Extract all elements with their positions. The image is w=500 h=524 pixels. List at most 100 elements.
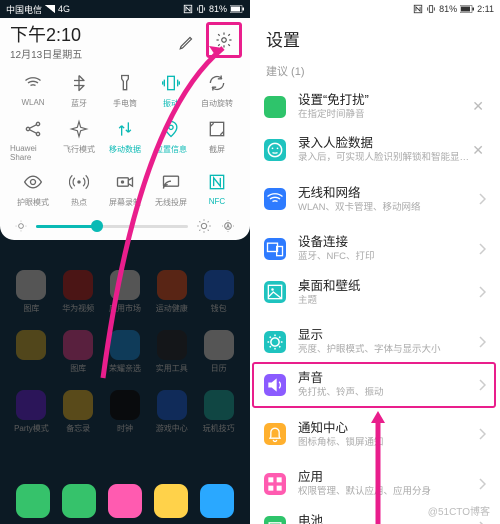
qs-label: 蓝牙 [71, 98, 87, 109]
qs-data[interactable]: 移动数据 [102, 117, 148, 162]
qs-rotate[interactable]: 自动旋转 [194, 71, 240, 109]
settings-tile-apps[interactable]: 应用权限管理、默认应用、应用分身 [250, 462, 500, 505]
app-item[interactable]: Party模式 [8, 390, 55, 434]
record-icon [113, 170, 137, 194]
auto-brightness-icon[interactable] [220, 218, 236, 234]
tile-subtitle: 权限管理、默认应用、应用分身 [298, 486, 478, 497]
vibrate-status-icon [426, 4, 436, 14]
dock-app[interactable] [154, 484, 188, 518]
app-item[interactable]: 荣耀亲选 [102, 330, 149, 374]
nfc-icon [205, 170, 229, 194]
qs-eye[interactable]: 护眼模式 [10, 170, 56, 208]
qs-record[interactable]: 屏幕录制 [102, 170, 148, 208]
app-icon [16, 484, 50, 518]
gear-icon [215, 31, 233, 49]
qs-wifi[interactable]: WLAN [10, 71, 56, 109]
app-item[interactable]: 图库 [55, 330, 102, 374]
qs-airplane[interactable]: 飞行模式 [56, 117, 102, 162]
battery-icon [230, 5, 244, 13]
battery-label: 81% [209, 4, 227, 14]
app-item[interactable]: 应用市场 [102, 270, 149, 314]
wallpaper-icon [264, 281, 286, 303]
settings-list: 无线和网络WLAN、双卡管理、移动网络 设备连接蓝牙、NFC、打印 桌面和壁纸主… [250, 178, 500, 524]
qs-vibrate[interactable]: 振动 [148, 71, 194, 109]
apps-icon [264, 473, 286, 495]
battery-icon [264, 516, 286, 524]
dock-app[interactable] [108, 484, 142, 518]
qs-flashlight[interactable]: 手电筒 [102, 71, 148, 109]
app-icon [204, 390, 234, 420]
app-label: 备忘录 [66, 423, 90, 434]
data-icon [113, 117, 137, 141]
qs-cast[interactable]: 无线投屏 [148, 170, 194, 208]
app-icon [108, 484, 142, 518]
brightness-slider[interactable] [36, 225, 188, 228]
tile-title: 桌面和壁纸 [298, 279, 478, 294]
signal-icon [45, 5, 55, 13]
app-icon [110, 390, 140, 420]
suggestions-header: 建议 (1) [250, 63, 500, 85]
bluetooth-icon [67, 71, 91, 95]
tile-title: 无线和网络 [298, 186, 478, 201]
dock-app[interactable] [62, 484, 96, 518]
qs-hotspot[interactable]: 热点 [56, 170, 102, 208]
qs-location[interactable]: 位置信息 [148, 117, 194, 162]
settings-button[interactable] [211, 27, 237, 53]
app-icon [154, 484, 188, 518]
pencil-icon [178, 33, 196, 51]
qs-label: 屏幕录制 [109, 197, 141, 208]
cast-icon [159, 170, 183, 194]
app-item[interactable]: 游戏中心 [148, 390, 195, 434]
settings-highlight [206, 22, 242, 58]
app-item[interactable]: 华为视频 [55, 270, 102, 314]
qs-nfc[interactable]: NFC [194, 170, 240, 208]
app-item[interactable]: 钱包 [195, 270, 242, 314]
app-label: 图库 [70, 363, 86, 374]
app-label: 游戏中心 [156, 423, 188, 434]
qs-label: 振动 [163, 98, 179, 109]
dismiss-button[interactable]: ✕ [470, 98, 486, 115]
tile-title: 应用 [298, 470, 478, 485]
status-bar: 中国电信 4G 81% [0, 0, 250, 18]
dismiss-button[interactable]: ✕ [470, 142, 486, 159]
qs-share[interactable]: Huawei Share [10, 117, 56, 162]
settings-tile-devices[interactable]: 设备连接蓝牙、NFC、打印 [250, 227, 500, 270]
qs-bluetooth[interactable]: 蓝牙 [56, 71, 102, 109]
settings-tile-bell[interactable]: 通知中心图标角标、锁屏通知 [250, 413, 500, 456]
app-item[interactable]: 日历 [195, 330, 242, 374]
app-icon [204, 330, 234, 360]
edit-button[interactable] [174, 29, 200, 55]
app-item[interactable]: 时钟 [102, 390, 149, 434]
status-bar: 81% 2:11 [250, 0, 500, 18]
app-label: 荣耀亲选 [109, 363, 141, 374]
app-item[interactable]: 图库 [8, 270, 55, 314]
qs-label: Huawei Share [10, 144, 56, 162]
dock-app[interactable] [16, 484, 50, 518]
suggestions-list: 设置“免打扰”在指定时间静音 ✕ 录入人脸数据录入后，可实现人脸识别解锁和智能显… [250, 85, 500, 172]
display-icon [264, 331, 286, 353]
qs-screenshot[interactable]: 截屏 [194, 117, 240, 162]
battery-label: 81% [439, 4, 457, 14]
app-item[interactable]: 实用工具 [148, 330, 195, 374]
flashlight-icon [113, 71, 137, 95]
suggestion-tile[interactable]: 设置“免打扰”在指定时间静音 ✕ [250, 85, 500, 128]
tile-title: 显示 [298, 328, 478, 343]
settings-tile-wifi[interactable]: 无线和网络WLAN、双卡管理、移动网络 [250, 178, 500, 221]
qs-label: 自动旋转 [201, 98, 233, 109]
app-label: 时钟 [117, 423, 133, 434]
app-item[interactable]: 运动健康 [148, 270, 195, 314]
qs-label: 飞行模式 [63, 144, 95, 155]
clock-label: 2:11 [477, 4, 494, 14]
wifi-icon [264, 188, 286, 210]
app-item[interactable] [8, 330, 55, 374]
sun-high-icon [196, 218, 212, 234]
tile-subtitle: WLAN、双卡管理、移动网络 [298, 202, 478, 213]
app-item[interactable]: 玩机技巧 [195, 390, 242, 434]
battery-icon [460, 5, 474, 13]
dock-app[interactable] [200, 484, 234, 518]
app-item[interactable]: 备忘录 [55, 390, 102, 434]
settings-tile-display[interactable]: 显示亮度、护眼模式、字体与显示大小 [250, 320, 500, 363]
qs-label: 位置信息 [155, 144, 187, 155]
suggestion-tile[interactable]: 录入人脸数据录入后，可实现人脸识别解锁和智能显示锁屏通知 ✕ [250, 128, 500, 171]
settings-tile-wallpaper[interactable]: 桌面和壁纸主题 [250, 271, 500, 314]
